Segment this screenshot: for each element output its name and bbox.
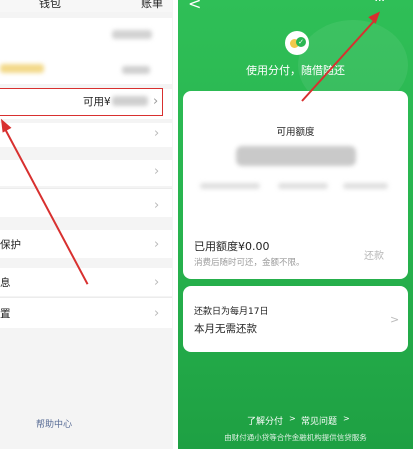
wallet-title: 钱包 <box>39 0 61 10</box>
due-date-label: 还款日为每月17日 <box>194 307 269 317</box>
repay-card[interactable] <box>183 286 408 352</box>
list-row[interactable] <box>0 189 172 217</box>
wallet-panel: 钱包 账单 可用¥ › › › › 保护 › 息 › 置 › 帮助中心 <box>0 0 178 449</box>
blurred-quota-detail <box>343 183 388 189</box>
faq-link[interactable]: 常见问题 <box>301 414 337 427</box>
chevron-right-icon: › <box>154 198 160 213</box>
chevron-right-icon: › <box>154 306 160 321</box>
chevron-right-icon: › <box>154 275 160 290</box>
fenfu-logo-icon: ✓ <box>285 31 309 55</box>
help-center-link[interactable]: 帮助中心 <box>36 417 72 430</box>
blurred-promo <box>0 64 44 73</box>
chevron-right-icon: > <box>343 414 350 423</box>
chevron-right-icon: › <box>154 237 160 252</box>
asset-block <box>0 18 172 84</box>
available-label: 可用¥ <box>83 96 111 108</box>
used-amount: 已用额度¥0.00 <box>194 240 270 253</box>
blurred-quota-detail <box>278 183 328 189</box>
blurred-quota-detail <box>200 183 260 189</box>
repay-button[interactable]: 还款 <box>364 247 384 262</box>
list-row[interactable] <box>0 160 172 186</box>
chevron-right-icon: > <box>390 313 400 326</box>
repay-status: 本月无需还款 <box>194 323 257 335</box>
list-row-protect[interactable] <box>0 230 172 258</box>
blurred-balance <box>112 30 152 39</box>
list-row[interactable] <box>0 123 172 147</box>
chevron-right-icon: › <box>154 164 160 179</box>
chevron-right-icon: › <box>153 94 159 109</box>
tagline: 使用分付，随借随还 <box>246 64 345 77</box>
footer-note: 由财付通小贷等合作金融机构提供信贷服务 <box>224 433 367 442</box>
row-label-settings: 置 <box>0 308 11 320</box>
chevron-right-icon: > <box>289 414 296 423</box>
quota-label: 可用额度 <box>276 127 315 138</box>
learn-link[interactable]: 了解分付 <box>247 414 283 427</box>
blurred-value <box>122 66 150 74</box>
blurred-available-amount <box>112 96 148 106</box>
bill-link[interactable]: 账单 <box>141 0 163 11</box>
used-hint: 消费后随时可还，金额不限。 <box>194 258 305 268</box>
chevron-right-icon: › <box>154 126 160 141</box>
fenfu-panel: < ··· ✓ 使用分付，随借随还 可用额度 已用额度¥0.00 消费后随时可还… <box>178 0 413 449</box>
back-arrow-icon[interactable]: < <box>188 0 201 13</box>
row-label-protect: 保护 <box>0 239 21 251</box>
list-row-settings[interactable] <box>0 298 172 328</box>
row-label-info: 息 <box>0 277 11 289</box>
blurred-quota-amount <box>236 146 356 166</box>
